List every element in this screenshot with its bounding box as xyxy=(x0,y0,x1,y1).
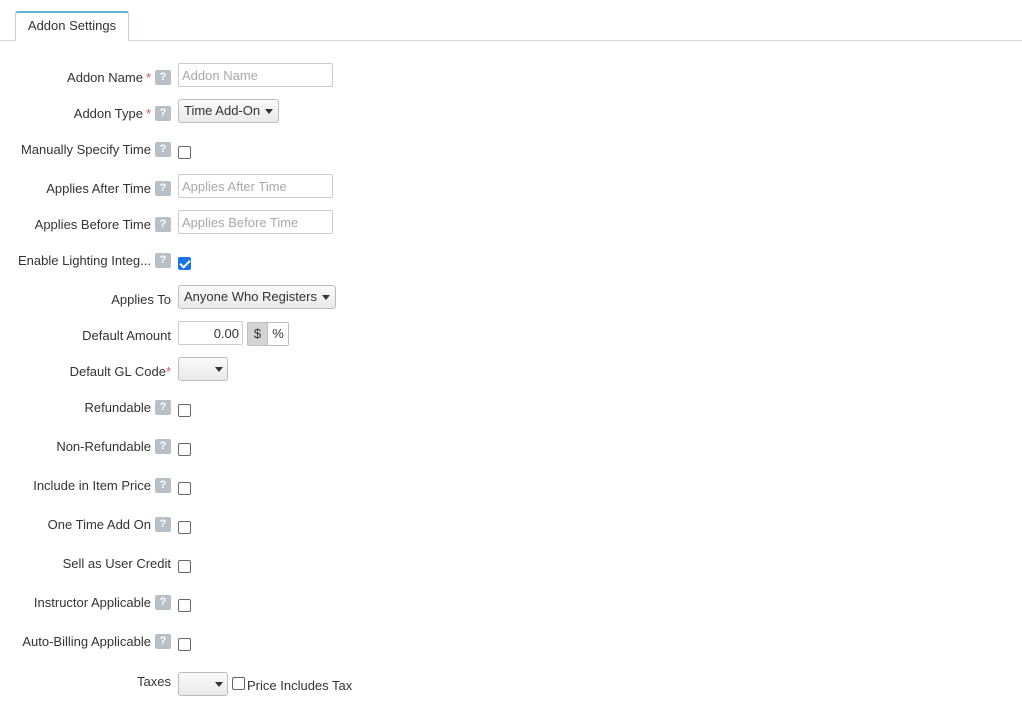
applies-to-row: Applies To Anyone Who Registers xyxy=(0,285,1022,312)
manually-specify-time-checkbox[interactable] xyxy=(178,146,191,159)
applies-to-selected: Anyone Who Registers xyxy=(184,289,317,304)
non-refundable-checkbox[interactable] xyxy=(178,443,191,456)
include-in-item-price-row: Include in Item Price ? xyxy=(0,472,1022,498)
default-amount-input[interactable] xyxy=(178,321,243,345)
help-icon[interactable]: ? xyxy=(155,217,171,232)
taxes-select[interactable] xyxy=(178,672,228,696)
applies-after-time-row: Applies After Time ? xyxy=(0,174,1022,201)
help-icon[interactable]: ? xyxy=(155,400,171,415)
refundable-label: Refundable xyxy=(84,400,152,415)
applies-before-time-label: Applies Before Time xyxy=(34,217,151,232)
addon-name-input[interactable] xyxy=(178,63,333,87)
help-icon[interactable]: ? xyxy=(155,595,171,610)
auto-billing-applicable-row: Auto-Billing Applicable ? xyxy=(0,628,1022,654)
refundable-row: Refundable ? xyxy=(0,394,1022,420)
help-icon[interactable]: ? xyxy=(155,70,171,85)
one-time-add-on-label: One Time Add On xyxy=(47,517,151,532)
enable-lighting-checkbox[interactable] xyxy=(178,257,191,270)
applies-to-select[interactable]: Anyone Who Registers xyxy=(178,285,336,309)
help-icon[interactable]: ? xyxy=(155,634,171,649)
sell-as-user-credit-checkbox[interactable] xyxy=(178,560,191,573)
addon-type-row: Addon Type * ? Time Add-On xyxy=(0,99,1022,126)
applies-after-time-label: Applies After Time xyxy=(46,181,151,196)
auto-billing-applicable-checkbox[interactable] xyxy=(178,638,191,651)
include-in-item-price-checkbox[interactable] xyxy=(178,482,191,495)
addon-type-selected: Time Add-On xyxy=(184,103,261,118)
manually-specify-time-row: Manually Specify Time ? xyxy=(0,136,1022,162)
caret-down-icon xyxy=(265,109,274,115)
default-gl-code-row: Default GL Code* xyxy=(0,357,1022,384)
required-indicator: * xyxy=(145,70,151,85)
include-in-item-price-label: Include in Item Price xyxy=(33,478,151,493)
applies-after-time-input[interactable] xyxy=(178,174,333,198)
help-icon[interactable]: ? xyxy=(155,478,171,493)
help-icon[interactable]: ? xyxy=(155,142,171,157)
caret-down-icon xyxy=(215,682,223,687)
addon-name-label: Addon Name * xyxy=(67,70,151,85)
applies-before-time-input[interactable] xyxy=(178,210,333,234)
taxes-label: Taxes xyxy=(137,674,171,689)
non-refundable-label: Non-Refundable xyxy=(56,439,151,454)
addon-type-label: Addon Type * xyxy=(73,106,151,121)
applies-to-label: Applies To xyxy=(111,292,171,307)
help-icon[interactable]: ? xyxy=(155,517,171,532)
instructor-applicable-checkbox[interactable] xyxy=(178,599,191,612)
price-includes-tax-checkbox[interactable] xyxy=(232,677,245,690)
taxes-row: Taxes Price Includes Tax xyxy=(0,672,1022,698)
percent-toggle-button[interactable]: % xyxy=(268,322,289,346)
help-icon[interactable]: ? xyxy=(155,253,171,268)
default-amount-row: Default Amount $ % xyxy=(0,321,1022,348)
applies-before-time-row: Applies Before Time ? xyxy=(0,210,1022,237)
default-amount-label: Default Amount xyxy=(82,328,171,343)
addon-type-select[interactable]: Time Add-On xyxy=(178,99,280,123)
required-indicator: * xyxy=(165,364,171,379)
amount-type-toggle: $ % xyxy=(247,322,289,346)
tab-bar: Addon Settings xyxy=(0,0,1022,41)
sell-as-user-credit-label: Sell as User Credit xyxy=(62,556,171,571)
dollar-toggle-button[interactable]: $ xyxy=(247,322,268,346)
one-time-add-on-row: One Time Add On ? xyxy=(0,511,1022,537)
price-includes-tax-label: Price Includes Tax xyxy=(247,678,353,693)
default-gl-code-select[interactable] xyxy=(178,357,228,381)
instructor-applicable-row: Instructor Applicable ? xyxy=(0,589,1022,615)
default-gl-code-label: Default GL Code* xyxy=(69,364,171,379)
addon-name-row: Addon Name * ? xyxy=(0,63,1022,90)
auto-billing-applicable-label: Auto-Billing Applicable xyxy=(22,634,151,649)
tab-addon-settings[interactable]: Addon Settings xyxy=(15,11,129,41)
enable-lighting-label: Enable Lighting Integ... xyxy=(18,253,151,268)
refundable-checkbox[interactable] xyxy=(178,404,191,417)
one-time-add-on-checkbox[interactable] xyxy=(178,521,191,534)
enable-lighting-row: Enable Lighting Integ... ? xyxy=(0,247,1022,273)
non-refundable-row: Non-Refundable ? xyxy=(0,433,1022,459)
help-icon[interactable]: ? xyxy=(155,181,171,196)
tab-bar-divider xyxy=(0,40,1022,41)
help-icon[interactable]: ? xyxy=(155,106,171,121)
sell-as-user-credit-row: Sell as User Credit xyxy=(0,550,1022,576)
required-indicator: * xyxy=(145,106,151,121)
caret-down-icon xyxy=(215,367,223,372)
instructor-applicable-label: Instructor Applicable xyxy=(33,595,151,610)
caret-down-icon xyxy=(321,295,330,301)
manually-specify-time-label: Manually Specify Time xyxy=(20,142,151,157)
help-icon[interactable]: ? xyxy=(155,439,171,454)
